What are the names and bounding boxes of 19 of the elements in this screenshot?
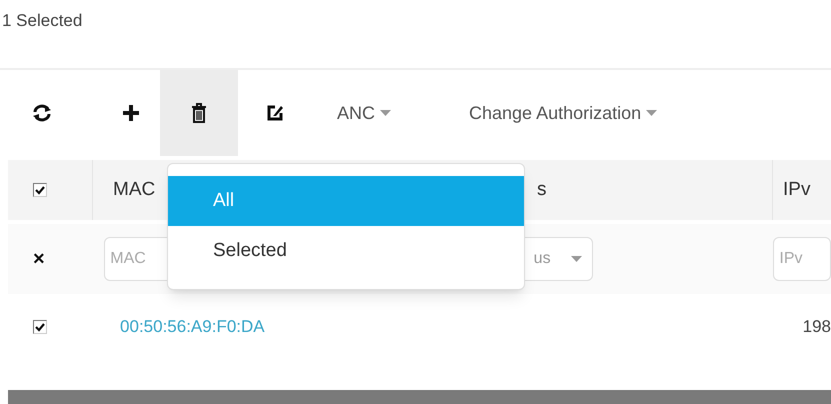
edit-icon [266, 104, 284, 122]
refresh-icon [32, 104, 52, 122]
column-header[interactable]: MAC [113, 176, 156, 204]
checkbox[interactable] [33, 320, 47, 334]
caret-icon [571, 256, 582, 262]
caret-icon [380, 110, 392, 116]
menu-button[interactable]: Change Authorization [465, 91, 662, 135]
selection-count: 1 Selected [2, 10, 82, 32]
column-header[interactable]: IPv [783, 176, 810, 204]
checkbox[interactable] [33, 183, 47, 197]
menu-item[interactable]: Selected [168, 226, 524, 276]
trash-button[interactable] [160, 70, 238, 156]
plus-icon [122, 104, 140, 122]
trash-icon [191, 103, 207, 123]
caret-icon [646, 110, 658, 116]
table-cell-text: 198 [802, 316, 831, 338]
clear-filter-button[interactable]: × [33, 244, 45, 274]
column-header[interactable]: s [537, 176, 546, 204]
menu-button[interactable]: ANC [333, 91, 396, 135]
